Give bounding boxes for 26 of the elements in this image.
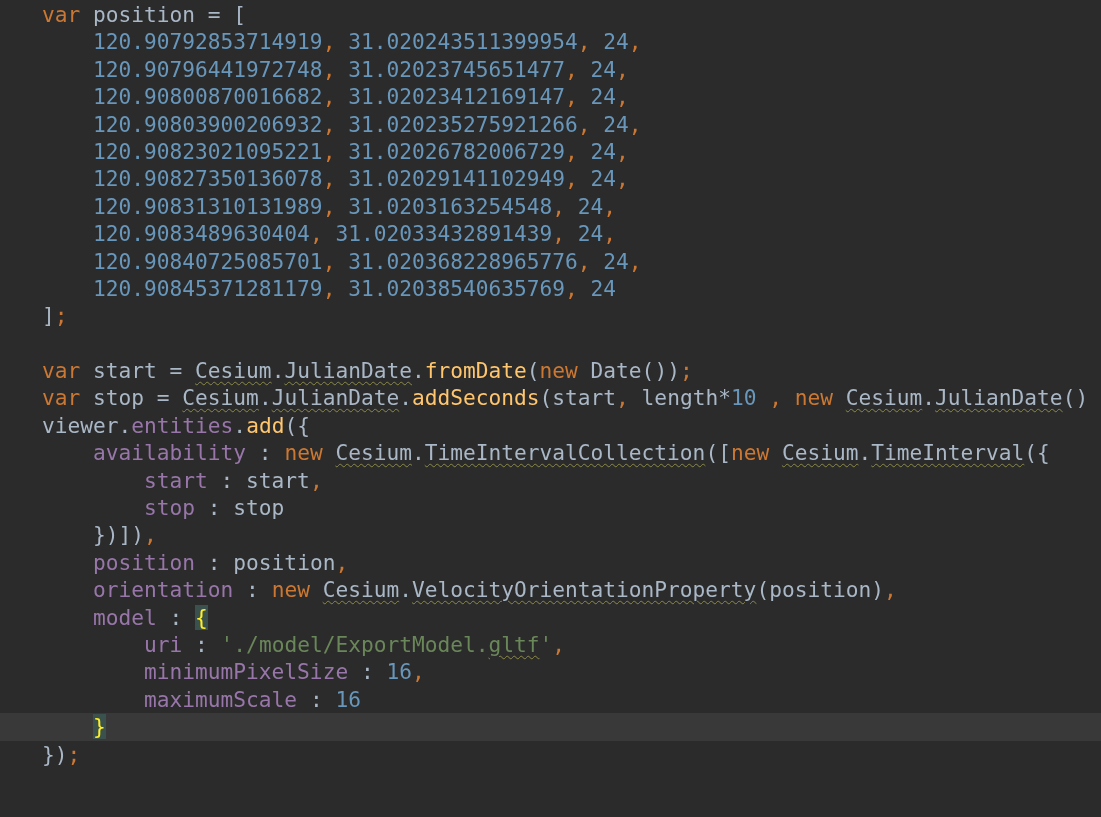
code-line: });	[42, 741, 81, 767]
code-line: 120.90845371281179, 31.02038540635769, 24	[92, 275, 617, 301]
code-line: var stop = Cesium.JulianDate.addSeconds(start, length*10 , new Cesium.JulianDate()	[42, 385, 1089, 411]
code-line: maximumScale : 16	[143, 686, 361, 712]
code-line: uri : './model/ExportModel.gltf',	[143, 632, 566, 657]
code-line: 120.90831310131989, 31.0203163254548, 24,	[92, 193, 617, 219]
code-line: var position = [	[42, 2, 247, 27]
code-line: minimumPixelSize : 16,	[143, 659, 425, 685]
code-line: var start = Cesium.JulianDate.fromDate(new Date());	[42, 358, 693, 384]
code-line: 120.90800870016682, 31.02023412169147, 24,	[92, 84, 629, 110]
code-line: 120.90792853714919, 31.020243511399954, 24,	[92, 29, 642, 55]
code-line: viewer.entities.add({	[42, 412, 310, 438]
code-line: 120.90823021095221, 31.02026782006729, 24,	[92, 138, 629, 164]
code-line: orientation : new Cesium.VelocityOrientationProperty(position),	[92, 577, 897, 603]
code-line: start : start,	[143, 467, 323, 493]
code-line: ];	[42, 303, 68, 329]
code-line: availability : new Cesium.TimeIntervalCollection([new Cesium.TimeInterval({	[92, 440, 1050, 466]
code-line: 120.9083489630404, 31.02033432891439, 24,	[92, 221, 617, 247]
code-line: 120.90803900206932, 31.020235275921266, 24,	[92, 111, 642, 137]
code-line: })]),	[92, 522, 157, 548]
code-line: stop : stop	[143, 495, 285, 521]
code-line: model : {	[92, 604, 208, 630]
code-line: 120.90827350136078, 31.02029141102949, 24,	[92, 166, 629, 192]
code-line: position : position,	[92, 549, 349, 575]
code-line: 120.90796441972748, 31.02023745651477, 24,	[92, 56, 629, 82]
code-line: 120.90840725085701, 31.020368228965776, 24,	[92, 248, 642, 274]
